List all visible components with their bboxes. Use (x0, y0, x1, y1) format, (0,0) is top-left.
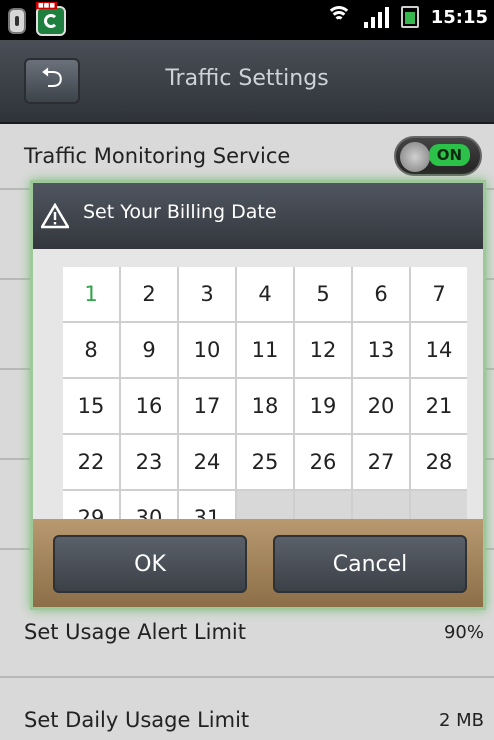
day-cell-23[interactable]: 23 (121, 435, 177, 489)
day-cell-28[interactable]: 28 (411, 435, 467, 489)
day-cell-13[interactable]: 13 (353, 323, 409, 377)
day-cell-26[interactable]: 26 (295, 435, 351, 489)
day-cell-7[interactable]: 7 (411, 267, 467, 321)
warning-icon (41, 203, 69, 229)
notification-icons: ■■■ (8, 2, 66, 36)
billing-date-dialog: Set Your Billing Date 1 2 3 4 5 6 7 8 9 10 11 12 13 1… (30, 180, 486, 610)
daily-limit-row[interactable]: Set Daily Usage Limit 2 MB (0, 678, 494, 740)
day-cell-25[interactable]: 25 (237, 435, 293, 489)
day-cell-9[interactable]: 9 (121, 323, 177, 377)
signal-icon (363, 6, 389, 28)
day-grid: 1 2 3 4 5 6 7 8 9 10 11 12 13 14 15 16 17 18 19 20 21 22 23 24 2… (63, 267, 467, 545)
toggle-state: ON (428, 144, 470, 166)
monitoring-toggle[interactable]: ON (394, 136, 482, 176)
wifi-icon (325, 6, 352, 28)
bug-icon (8, 8, 26, 34)
day-cell-1[interactable]: 1 (63, 267, 119, 321)
monitoring-label: Traffic Monitoring Service (24, 144, 291, 168)
day-cell-12[interactable]: 12 (295, 323, 351, 377)
day-cell-6[interactable]: 6 (353, 267, 409, 321)
day-cell-19[interactable]: 19 (295, 379, 351, 433)
day-cell-18[interactable]: 18 (237, 379, 293, 433)
day-cell-8[interactable]: 8 (63, 323, 119, 377)
system-icons: 15:15 (325, 6, 488, 28)
alert-limit-label: Set Usage Alert Limit (24, 620, 246, 644)
status-bar: ■■■ 15:15 (0, 0, 494, 40)
cancel-button[interactable]: Cancel (273, 535, 467, 593)
day-cell-4[interactable]: 4 (237, 267, 293, 321)
ok-button[interactable]: OK (53, 535, 247, 593)
day-cell-11[interactable]: 11 (237, 323, 293, 377)
day-cell-27[interactable]: 27 (353, 435, 409, 489)
dialog-footer: OK Cancel (33, 519, 483, 607)
dialog-title: Set Your Billing Date (83, 201, 277, 223)
day-cell-5[interactable]: 5 (295, 267, 351, 321)
day-cell-22[interactable]: 22 (63, 435, 119, 489)
day-cell-21[interactable]: 21 (411, 379, 467, 433)
day-cell-15[interactable]: 15 (63, 379, 119, 433)
day-cell-20[interactable]: 20 (353, 379, 409, 433)
dialog-header: Set Your Billing Date (33, 183, 483, 249)
daily-limit-value: 2 MB (438, 710, 484, 731)
title-bar: ⮌ Traffic Settings (0, 40, 494, 124)
day-cell-10[interactable]: 10 (179, 323, 235, 377)
day-cell-16[interactable]: 16 (121, 379, 177, 433)
day-cell-17[interactable]: 17 (179, 379, 235, 433)
dialog-body: 1 2 3 4 5 6 7 8 9 10 11 12 13 14 15 16 17 18 19 20 21 22 23 24 2… (33, 249, 483, 545)
battery-icon (400, 6, 419, 28)
alert-limit-value: 90% (443, 622, 484, 643)
day-cell-2[interactable]: 2 (121, 267, 177, 321)
app-icon: ■■■ (36, 2, 66, 36)
day-cell-3[interactable]: 3 (179, 267, 235, 321)
day-cell-14[interactable]: 14 (411, 323, 467, 377)
toggle-knob (400, 142, 430, 172)
daily-limit-label: Set Daily Usage Limit (24, 708, 250, 732)
page-title: Traffic Settings (165, 66, 329, 91)
clock: 15:15 (430, 6, 488, 28)
day-cell-24[interactable]: 24 (179, 435, 235, 489)
